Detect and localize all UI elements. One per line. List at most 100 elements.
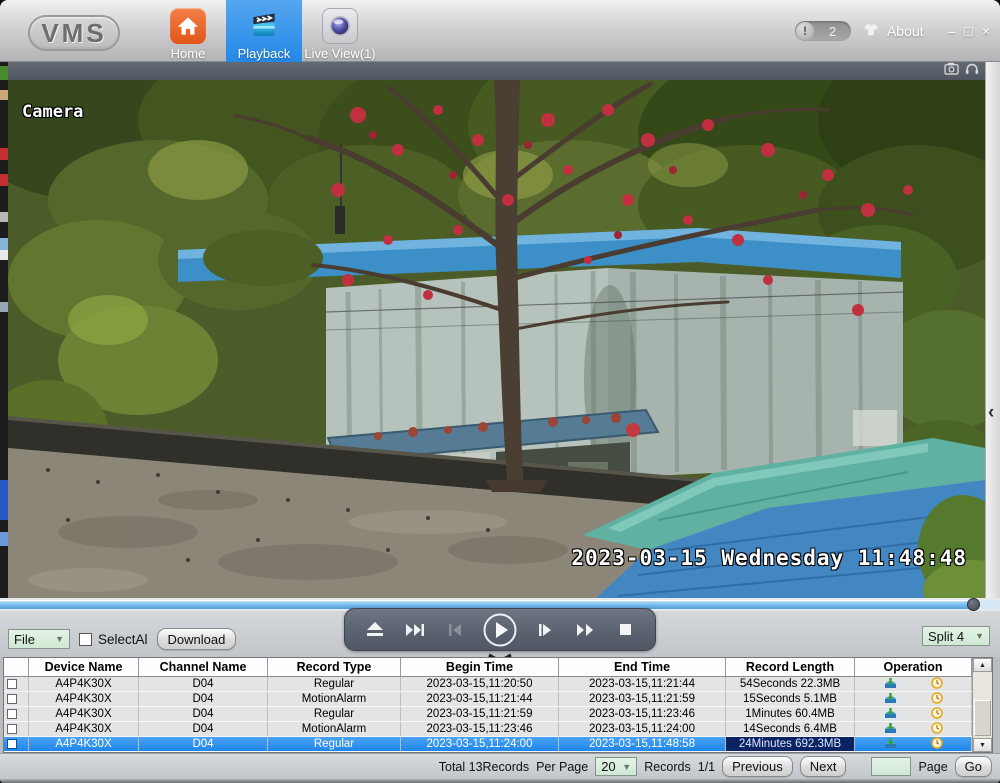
next-page-button[interactable]: Next <box>800 756 847 777</box>
row-cell: 2023-03-15,11:20:50 <box>401 677 559 691</box>
row-checkbox[interactable] <box>7 709 17 719</box>
right-panel-handle[interactable]: ‹ <box>985 62 1000 598</box>
header-channel-name: Channel Name <box>139 658 268 676</box>
file-type-dropdown[interactable]: File ▼ <box>8 629 70 649</box>
playback-icon <box>246 8 282 44</box>
table-row[interactable]: A4P4K30XD04Regular2023-03-15,11:24:00202… <box>4 737 972 752</box>
row-checkbox-cell <box>4 707 29 721</box>
close-button[interactable]: × <box>982 24 990 38</box>
table-row[interactable]: A4P4K30XD04Regular2023-03-15,11:20:50202… <box>4 677 972 692</box>
play-button[interactable] <box>481 611 519 649</box>
header-record-length: Record Length <box>726 658 855 676</box>
download-record-icon[interactable] <box>884 677 897 691</box>
alarm-badge[interactable]: ! 2 <box>795 21 851 41</box>
records-table-section: Device Name Channel Name Record Type Beg… <box>0 657 1000 753</box>
table-header-row: Device Name Channel Name Record Type Beg… <box>4 658 972 677</box>
app-logo: VMS <box>28 15 120 51</box>
clock-icon[interactable] <box>931 737 943 751</box>
row-cell: 2023-03-15,11:21:59 <box>401 707 559 721</box>
header-record-type: Record Type <box>268 658 401 676</box>
select-all-checkbox[interactable] <box>79 633 92 646</box>
osd-timestamp: 2023-03-15 Wednesday 11:48:48 <box>571 546 967 570</box>
clock-icon[interactable] <box>931 707 943 721</box>
seekbar-thumb[interactable] <box>967 598 980 611</box>
tab-home[interactable]: Home <box>150 0 226 62</box>
minimize-button[interactable]: – <box>948 24 956 38</box>
file-type-value: File <box>14 632 35 647</box>
row-cell: 2023-03-15,11:24:00 <box>559 722 726 736</box>
next-frame-button[interactable] <box>531 616 559 644</box>
home-icon <box>170 8 206 44</box>
header-end-time: End Time <box>559 658 726 676</box>
download-record-icon[interactable] <box>884 737 897 751</box>
select-all-label: SelectAl <box>98 632 148 647</box>
previous-frame-button[interactable] <box>441 616 469 644</box>
video-frame[interactable]: Camera 2023-03-15 Wednesday 11:48:48 <box>8 80 985 598</box>
about-button[interactable]: About <box>861 22 924 40</box>
table-scrollbar[interactable]: ▲ ▼ <box>972 658 992 752</box>
previous-page-button[interactable]: Previous <box>722 756 793 777</box>
records-page-value: 1/1 <box>698 760 715 774</box>
table-row[interactable]: A4P4K30XD04MotionAlarm2023-03-15,11:23:4… <box>4 722 972 737</box>
download-record-icon[interactable] <box>884 707 897 721</box>
snapshot-icon[interactable] <box>944 62 959 80</box>
row-checkbox[interactable] <box>7 694 17 704</box>
header-checkbox-col <box>4 658 29 676</box>
tab-live-view[interactable]: Live View(1) <box>302 0 378 62</box>
page-number-input[interactable] <box>871 757 911 776</box>
row-cell: 54Seconds 22.3MB <box>726 677 855 691</box>
clock-icon[interactable] <box>931 692 943 706</box>
row-cell: 2023-03-15,11:21:59 <box>559 692 726 706</box>
scroll-up-icon[interactable]: ▲ <box>973 658 992 672</box>
pagination-bar: Total 13Records Per Page 20 ▼ Records 1/… <box>0 753 1000 779</box>
go-button[interactable]: Go <box>955 756 992 777</box>
live-view-icon <box>322 8 358 44</box>
tab-playback[interactable]: Playback <box>226 0 302 62</box>
video-panel[interactable]: Camera 2023-03-15 Wednesday 11:48:48 <box>8 62 985 598</box>
row-operation-cell <box>855 707 972 721</box>
left-edge-strip <box>0 62 8 598</box>
next-record-button[interactable] <box>401 616 429 644</box>
table-row[interactable]: A4P4K30XD04Regular2023-03-15,11:21:59202… <box>4 707 972 722</box>
about-label: About <box>887 23 924 39</box>
records-label: Records <box>644 760 691 774</box>
row-cell: D04 <box>139 722 268 736</box>
download-button[interactable]: Download <box>157 628 237 650</box>
row-cell: MotionAlarm <box>268 692 401 706</box>
row-cell: 2023-03-15,11:48:58 <box>559 737 726 751</box>
row-cell: Regular <box>268 707 401 721</box>
row-checkbox[interactable] <box>7 739 17 749</box>
row-cell: 2023-03-15,11:23:46 <box>559 707 726 721</box>
row-cell: A4P4K30X <box>29 707 139 721</box>
row-checkbox[interactable] <box>7 679 17 689</box>
video-cell-toolbar <box>8 62 985 80</box>
eject-button[interactable] <box>361 616 389 644</box>
osd-camera-label: Camera <box>22 102 83 122</box>
row-cell: D04 <box>139 707 268 721</box>
audio-icon[interactable] <box>965 62 979 80</box>
fast-forward-button[interactable] <box>571 616 599 644</box>
stop-button[interactable] <box>611 616 639 644</box>
download-record-icon[interactable] <box>884 692 897 706</box>
row-checkbox-cell <box>4 722 29 736</box>
scroll-down-icon[interactable]: ▼ <box>973 738 992 752</box>
split-dropdown[interactable]: Split 4 ▼ <box>922 626 990 646</box>
row-cell: D04 <box>139 677 268 691</box>
window-bottom-edge <box>0 779 1000 783</box>
expand-panel-icon: ‹ <box>988 402 994 424</box>
skin-icon <box>861 22 881 40</box>
row-cell: Regular <box>268 677 401 691</box>
per-page-dropdown[interactable]: 20 ▼ <box>595 757 637 776</box>
row-cell: A4P4K30X <box>29 722 139 736</box>
table-row[interactable]: A4P4K30XD04MotionAlarm2023-03-15,11:21:4… <box>4 692 972 707</box>
maximize-button[interactable]: □ <box>964 24 972 38</box>
row-cell: MotionAlarm <box>268 722 401 736</box>
scrollbar-thumb[interactable] <box>974 700 991 736</box>
row-operation-cell <box>855 677 972 691</box>
row-checkbox[interactable] <box>7 724 17 734</box>
clock-icon[interactable] <box>931 722 943 736</box>
download-record-icon[interactable] <box>884 722 897 736</box>
per-page-label: Per Page <box>536 760 588 774</box>
clock-icon[interactable] <box>931 677 943 691</box>
row-cell: 2023-03-15,11:21:44 <box>559 677 726 691</box>
